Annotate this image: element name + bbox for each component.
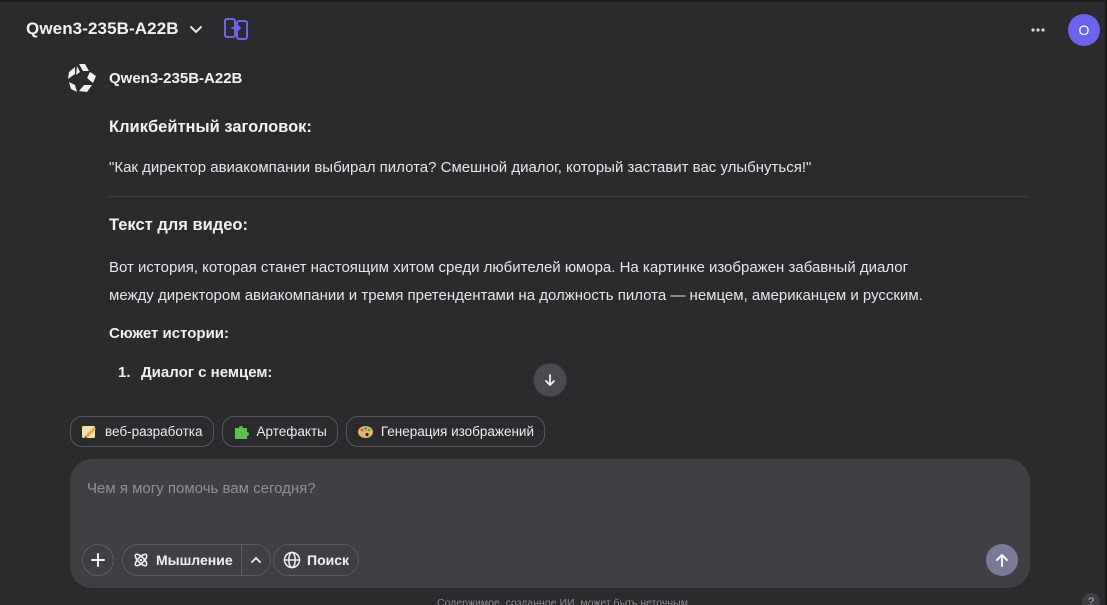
list-item: 1. Диалог с немцем:: [109, 364, 1027, 381]
chat-input[interactable]: Чем я могу помочь вам сегодня?: [87, 480, 316, 497]
message-header: Qwen3-235B-A22B: [66, 62, 242, 94]
model-selector[interactable]: Qwen3-235B-A22B: [26, 19, 203, 39]
compare-models-icon[interactable]: [223, 16, 249, 42]
bot-name: Qwen3-235B-A22B: [109, 69, 243, 87]
thinking-options-button[interactable]: [242, 545, 270, 575]
palette-emoji-icon: [357, 426, 373, 438]
add-attachment-button[interactable]: [82, 544, 114, 576]
atom-icon: [134, 553, 148, 567]
app-frame: Qwen3-235B-A22B O Qwen3-235B-A22B Кликбе…: [0, 0, 1107, 605]
globe-icon: [283, 551, 301, 569]
send-button[interactable]: [986, 544, 1018, 576]
paragraph-line-2: между директором авиакомпании и тремя пр…: [109, 287, 923, 304]
user-avatar[interactable]: O: [1068, 14, 1100, 46]
search-button[interactable]: Поиск: [273, 544, 360, 576]
header: Qwen3-235B-A22B O: [0, 0, 1107, 60]
pencil-emoji-icon: [82, 426, 96, 439]
more-options-icon[interactable]: [1028, 20, 1048, 40]
chip-label: Генерация изображений: [380, 424, 534, 439]
chip-artifacts[interactable]: Артефакты: [221, 416, 338, 447]
chevron-down-icon: [189, 26, 202, 33]
chip-image-generation[interactable]: Генерация изображений: [345, 416, 545, 447]
list-item-number: 1.: [118, 364, 131, 381]
heading-video-text: Текст для видео:: [109, 216, 248, 234]
model-name: Qwen3-235B-A22B: [26, 19, 179, 38]
list-item-text: Диалог с немцем:: [141, 364, 273, 381]
thinking-button[interactable]: Мышление: [123, 545, 241, 575]
suggestion-chips: веб-разработка Артефакты Генерация изобр…: [70, 416, 545, 447]
arrow-down-icon: [545, 374, 555, 386]
scroll-to-bottom-button[interactable]: [534, 364, 566, 396]
ai-disclaimer: Содержимое, созданное ИИ, может быть нет…: [437, 597, 691, 605]
search-label: Поиск: [307, 552, 350, 568]
divider: [109, 196, 1027, 197]
arrow-up-icon: [996, 554, 1008, 567]
help-button[interactable]: ?: [1082, 593, 1100, 605]
chevron-up-icon: [250, 557, 261, 563]
chip-label: Артефакты: [256, 424, 327, 439]
paragraph-line-1: Вот история, которая станет настоящим хи…: [109, 259, 909, 276]
qwen-logo-icon: [68, 64, 96, 92]
chip-web-dev[interactable]: веб-разработка: [70, 416, 214, 447]
heading-clickbait: Кликбейтный заголовок:: [109, 118, 312, 136]
thinking-toggle: Мышление: [122, 544, 271, 576]
headline-quote: "Как директор авиакомпании выбирал пилот…: [109, 159, 812, 176]
plus-icon: [91, 553, 105, 567]
thinking-label: Мышление: [156, 552, 233, 568]
chat-input-box[interactable]: Чем я могу помочь вам сегодня? Мышление: [70, 459, 1030, 588]
chip-label: веб-разработка: [105, 424, 203, 439]
puzzle-emoji-icon: [234, 426, 249, 439]
message-content: Кликбейтный заголовок: "Как директор ави…: [109, 110, 1027, 381]
plot-label: Сюжет истории:: [109, 325, 230, 342]
